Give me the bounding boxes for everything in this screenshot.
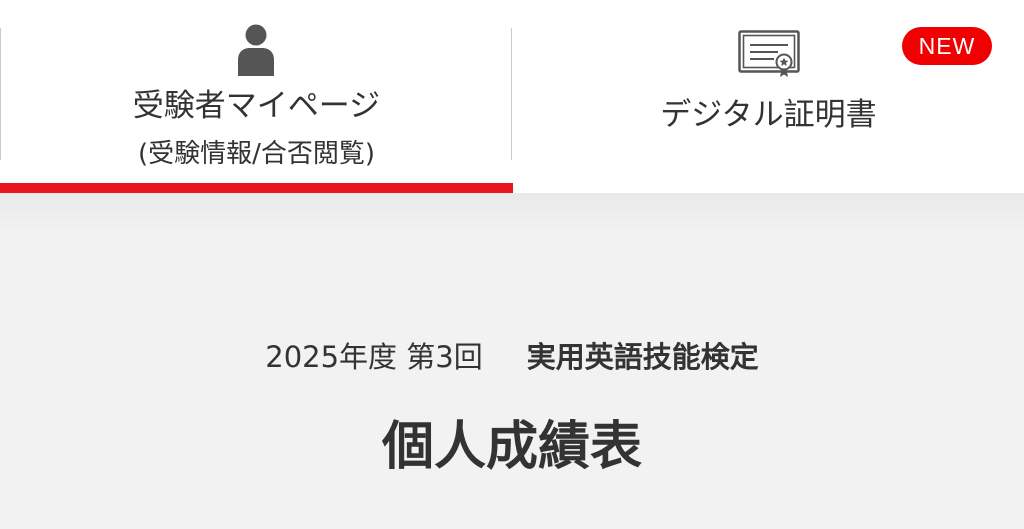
person-icon — [238, 24, 274, 76]
tab-digital-certificate-label: デジタル証明書 — [660, 97, 877, 133]
tab-bar: 受験者マイページ (受験情報/合否閲覧) デジタル証明書 NEW — [0, 0, 1024, 193]
score-report-header: 2025年度 第3回 実用英語技能検定 個人成績表 — [0, 193, 1024, 529]
certificate-icon — [738, 30, 800, 77]
page-title: 個人成績表 — [381, 417, 642, 477]
active-tab-indicator — [0, 183, 513, 193]
tab-mypage-sublabel: (受験情報/合否閲覧) — [137, 139, 376, 169]
new-badge: NEW — [902, 27, 992, 65]
exam-name: 実用英語技能検定 — [526, 340, 759, 374]
tab-divider — [511, 28, 512, 160]
tab-mypage-label: 受験者マイページ — [132, 88, 381, 124]
exam-info: 2025年度 第3回 実用英語技能検定 — [0, 337, 1024, 377]
exam-year-round: 2025年度 第3回 — [265, 340, 483, 374]
tab-mypage[interactable]: 受験者マイページ (受験情報/合否閲覧) — [0, 0, 513, 193]
tab-digital-certificate[interactable]: デジタル証明書 NEW — [511, 0, 1024, 193]
